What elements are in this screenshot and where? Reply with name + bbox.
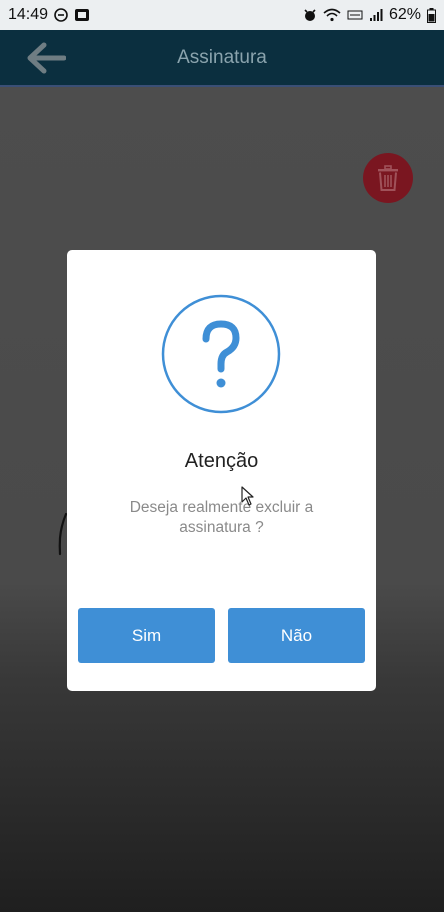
dialog-title: Atenção <box>184 450 259 472</box>
alarm-icon <box>303 8 317 22</box>
signal-icon <box>369 8 383 22</box>
question-mark-icon <box>161 294 281 414</box>
battery-icon <box>427 7 436 23</box>
cancel-button[interactable]: Não <box>228 608 365 663</box>
delete-button[interactable] <box>363 153 413 203</box>
dialog-message: Deseja realmente excluir a assinatura ? <box>129 499 314 536</box>
wifi-icon <box>323 8 341 22</box>
arrow-left-icon <box>27 42 66 74</box>
do-not-disturb-icon <box>54 8 68 22</box>
mouse-pointer-icon <box>241 486 254 506</box>
back-button[interactable] <box>24 38 68 78</box>
confirm-button[interactable]: Sim <box>78 608 215 663</box>
app-bar: Assinatura <box>0 30 444 85</box>
status-time: 14:49 <box>8 6 49 23</box>
confirm-dialog: Atenção Deseja realmente excluir a assin… <box>67 250 376 691</box>
volte-icon <box>347 8 363 22</box>
battery-percent: 62% <box>388 6 421 23</box>
status-bar: 14:49 62% <box>0 0 444 30</box>
trash-icon <box>378 165 398 191</box>
notification-icon <box>74 8 90 22</box>
